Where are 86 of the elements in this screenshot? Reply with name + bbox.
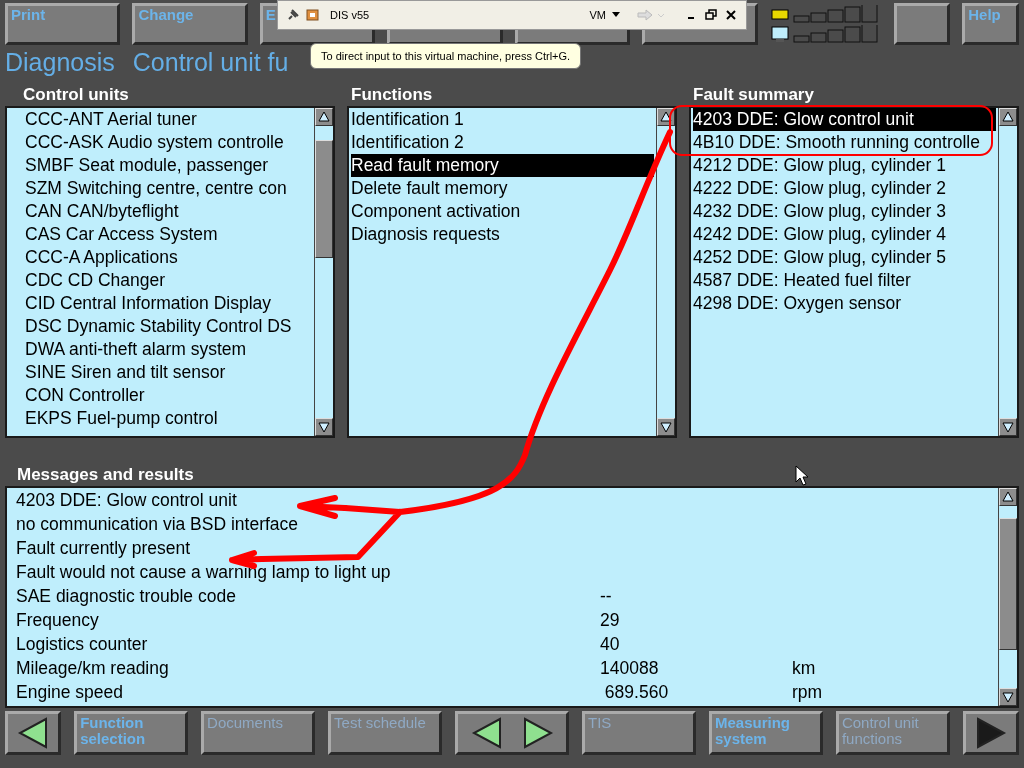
message-value: 140088 xyxy=(600,657,659,680)
scroll-down-button[interactable] xyxy=(999,418,1017,436)
close-icon[interactable] xyxy=(724,8,738,22)
page-arrows-button[interactable] xyxy=(455,711,569,755)
message-text: Mileage/km reading xyxy=(16,657,169,680)
list-item[interactable]: Diagnosis requests xyxy=(351,223,654,246)
list-item[interactable]: CAS Car Access System xyxy=(9,223,312,246)
list-item[interactable]: Identification 2 xyxy=(351,131,654,154)
vm-icon xyxy=(306,8,320,22)
message-unit: rpm xyxy=(792,681,823,704)
message-text: no communication via BSD interface xyxy=(16,513,299,536)
list-item[interactable]: CON Controller xyxy=(9,384,312,407)
list-item[interactable]: 4B10 DDE: Smooth running controlle xyxy=(693,131,996,154)
message-value: 689.560 xyxy=(603,681,669,704)
list-item[interactable]: 4587 DDE: Heated fuel filter xyxy=(693,269,996,292)
down-triangle-icon xyxy=(658,419,674,435)
message-text: Engine speed xyxy=(16,681,124,704)
message-value: 40 xyxy=(600,633,620,656)
up-triangle-icon xyxy=(658,109,674,125)
list-item[interactable]: CDC CD Changer xyxy=(9,269,312,292)
vm-title: DIS v55 xyxy=(330,9,370,21)
list-item[interactable]: CID Central Information Display xyxy=(9,292,312,315)
panel-heading: Control units xyxy=(23,85,129,104)
message-text: Frequency xyxy=(16,609,99,632)
scrollbar[interactable] xyxy=(998,108,1017,436)
scroll-down-button[interactable] xyxy=(315,418,333,436)
page-title: Control unit fu xyxy=(132,48,289,78)
list-item[interactable]: 4232 DDE: Glow plug, cylinder 3 xyxy=(693,200,996,223)
list-item[interactable]: DSC Dynamic Stability Control DS xyxy=(9,315,312,338)
vm-menu-button[interactable]: VM xyxy=(589,9,606,21)
up-triangle-icon xyxy=(316,109,332,125)
down-triangle-icon xyxy=(1000,689,1016,705)
list-item[interactable]: CCC-A Applications xyxy=(9,246,312,269)
message-text: Logistics counter xyxy=(16,633,148,656)
list-item[interactable]: CCC-ANT Aerial tuner xyxy=(9,108,312,131)
scroll-thumb[interactable] xyxy=(315,140,333,258)
forward-button[interactable] xyxy=(962,711,1020,755)
message-value: 29 xyxy=(600,609,620,632)
list-item[interactable]: SZM Switching centre, centre con xyxy=(9,177,312,200)
list-item[interactable]: 4242 DDE: Glow plug, cylinder 4 xyxy=(693,223,996,246)
message-text: 4203 DDE: Glow control unit xyxy=(16,489,237,512)
down-triangle-icon xyxy=(1000,419,1016,435)
caret-icon[interactable] xyxy=(612,12,620,18)
list-item[interactable]: 4252 DDE: Glow plug, cylinder 5 xyxy=(693,246,996,269)
list-item[interactable]: CAN CAN/byteflight xyxy=(9,200,312,223)
list-item[interactable]: 4212 DDE: Glow plug, cylinder 1 xyxy=(693,154,996,177)
down-triangle-icon xyxy=(316,419,332,435)
pin-icon[interactable] xyxy=(286,8,300,22)
up-triangle-icon xyxy=(1000,109,1016,125)
list-item[interactable]: Delete fault memory xyxy=(351,177,654,200)
scroll-up-button[interactable] xyxy=(315,108,333,126)
list-item[interactable]: 4298 DDE: Oxygen sensor xyxy=(693,292,996,315)
list-item[interactable]: Identification 1 xyxy=(351,108,654,131)
section-title: Diagnosis xyxy=(5,48,115,78)
scroll-down-button[interactable] xyxy=(657,418,675,436)
list-item[interactable]: 4203 DDE: Glow control unit xyxy=(693,108,996,131)
scrollbar[interactable] xyxy=(656,108,675,436)
panel-heading: Fault summary xyxy=(693,85,814,104)
scroll-up-button[interactable] xyxy=(999,488,1017,506)
list-item[interactable]: Read fault memory xyxy=(351,154,654,177)
up-triangle-icon xyxy=(1000,489,1016,505)
panel-heading: Functions xyxy=(351,85,433,104)
list-item[interactable]: 4222 DDE: Glow plug, cylinder 2 xyxy=(693,177,996,200)
back-button[interactable] xyxy=(5,711,62,755)
restore-icon[interactable] xyxy=(704,8,718,22)
message-text: SAE diagnostic trouble code xyxy=(16,585,236,608)
list-item[interactable]: SMBF Seat module, passenger xyxy=(9,154,312,177)
tooltip: To direct input to this virtual machine, press Ctrl+G. xyxy=(310,43,582,69)
toolbar-button[interactable] xyxy=(893,3,951,45)
arrow-icon xyxy=(297,495,348,519)
list-item[interactable]: EKPS Fuel-pump control xyxy=(9,407,312,430)
panel-heading: Messages and results xyxy=(17,465,194,484)
scrollbar[interactable] xyxy=(998,488,1017,706)
message-value: -- xyxy=(600,585,612,608)
list-item[interactable]: SINE Siren and tilt sensor xyxy=(9,361,312,384)
list-item[interactable]: Component activation xyxy=(351,200,654,223)
list-item[interactable]: CCC-ASK Audio system controlle xyxy=(9,131,312,154)
message-text: Fault would not cause a warning lamp to light up xyxy=(16,561,391,584)
scroll-thumb[interactable] xyxy=(999,518,1017,650)
list-item[interactable]: DWA anti-theft alarm system xyxy=(9,338,312,361)
scroll-down-button[interactable] xyxy=(999,688,1017,706)
scroll-up-button[interactable] xyxy=(999,108,1017,126)
cursor-icon xyxy=(795,465,809,486)
message-unit: km xyxy=(792,657,816,680)
scrollbar[interactable] xyxy=(314,108,333,436)
message-text: Fault currently present xyxy=(16,537,191,560)
